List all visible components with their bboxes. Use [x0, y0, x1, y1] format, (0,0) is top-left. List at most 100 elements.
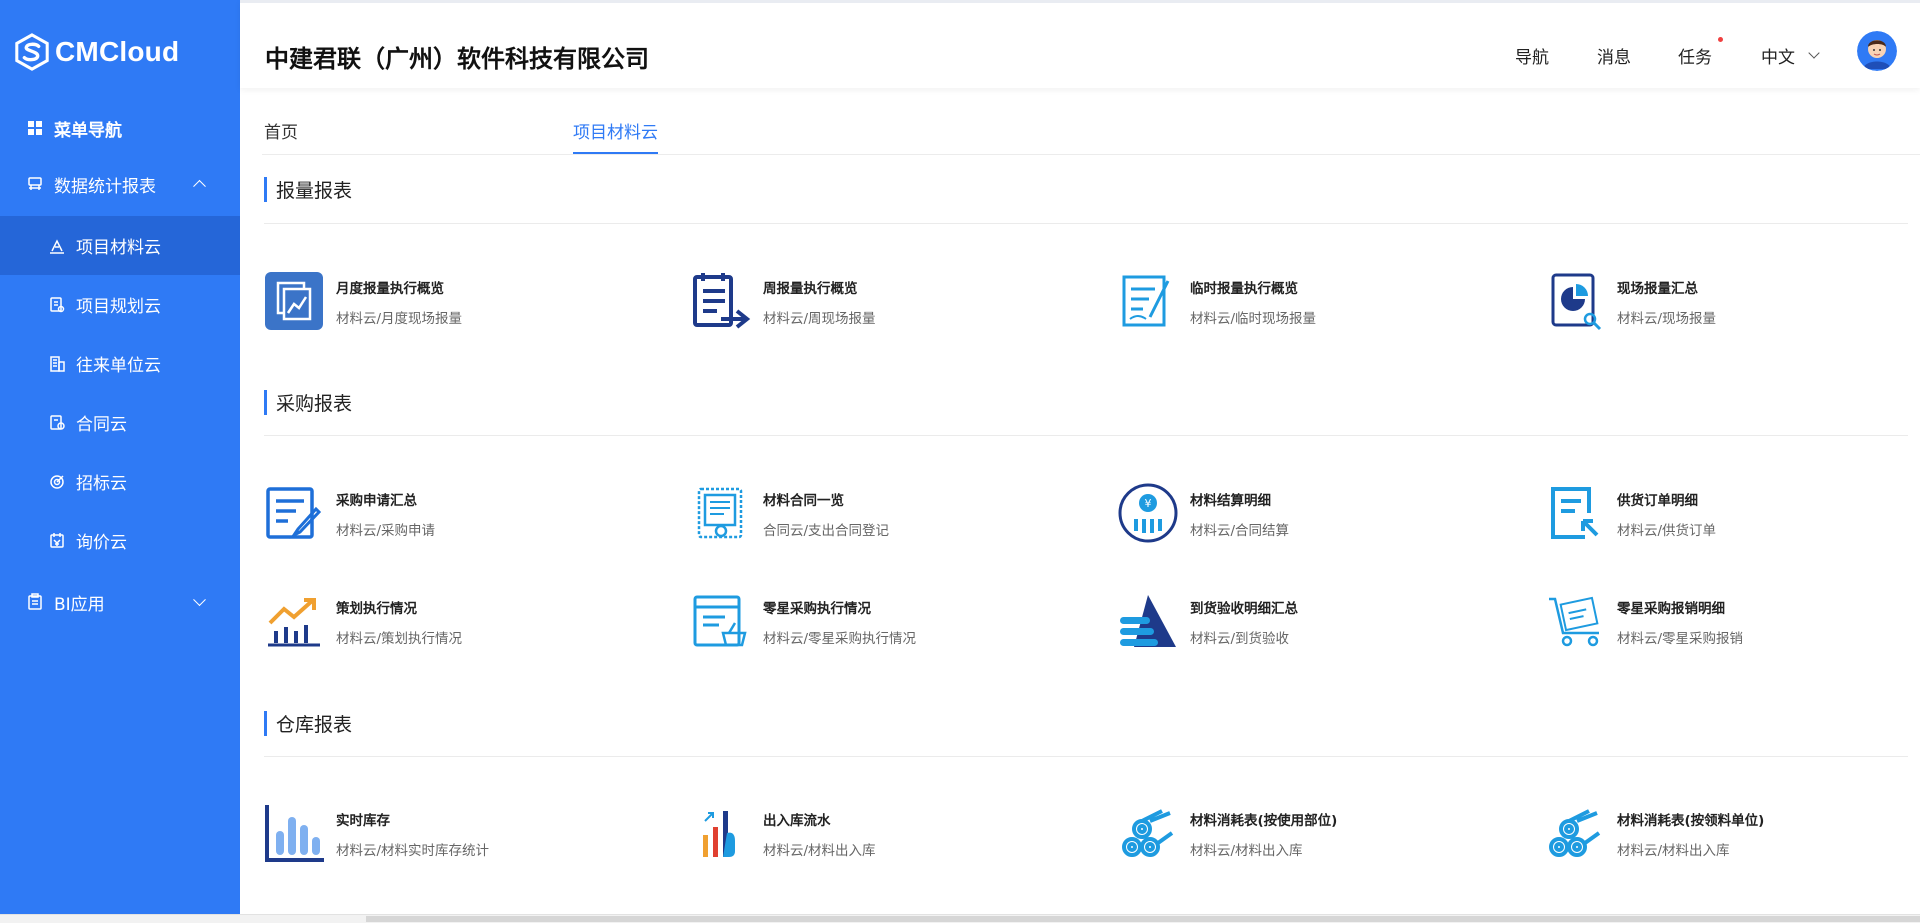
report-card-settlement[interactable]: ¥ 材料结算明细 材料云/合同结算	[1118, 483, 1518, 545]
card-subtitle: 材料云/策划执行情况	[336, 631, 463, 647]
monthly-report-icon	[265, 272, 323, 330]
header-nav-link[interactable]: 导航	[1515, 43, 1549, 68]
card-subtitle: 材料云/零星采购报销	[1617, 631, 1744, 647]
card-subtitle: 材料云/零星采购执行情况	[763, 631, 917, 647]
svg-text:¥: ¥	[1145, 497, 1152, 510]
card-title: 策划执行情况	[336, 601, 417, 617]
report-card-consumption-by-location[interactable]: 材料消耗表(按使用部位) 材料云/材料出入库	[1118, 803, 1518, 865]
horizontal-scrollbar[interactable]	[0, 914, 1920, 923]
page-tabs: 首页 项目材料云	[240, 88, 1920, 155]
contract-seal-icon	[48, 414, 66, 432]
card-subtitle: 材料云/月度现场报量	[336, 311, 463, 327]
inout-flow-icon	[703, 811, 735, 857]
sidebar-item-inquiry[interactable]: 询价云	[0, 511, 240, 570]
tab-project-material[interactable]: 项目材料云	[573, 118, 658, 143]
consumption-by-location-icon	[1122, 809, 1174, 857]
report-card-purchase-request[interactable]: 采购申请汇总 材料云/采购申请	[264, 483, 664, 545]
card-subtitle: 材料云/供货订单	[1617, 523, 1717, 539]
sidebar-item-label: 往来单位云	[76, 356, 161, 376]
site-summary-icon	[1551, 273, 1602, 331]
consumption-by-unit-icon	[1549, 809, 1601, 857]
language-selector[interactable]: 中文	[1761, 43, 1795, 68]
menu-navigation[interactable]: 菜单导航	[0, 104, 240, 152]
sidebar-item-contract[interactable]: 合同云	[0, 393, 240, 452]
settlement-icon: ¥	[1118, 483, 1178, 543]
sporadic-purchase-icon	[693, 595, 747, 647]
card-subtitle: 材料云/采购申请	[336, 523, 436, 539]
report-card-consumption-by-unit[interactable]: 材料消耗表(按领料单位) 材料云/材料出入库	[1545, 803, 1920, 865]
contract-list-icon	[697, 487, 743, 539]
report-card-plan-execution[interactable]: 策划执行情况 材料云/策划执行情况	[264, 591, 664, 653]
sidebar-group-bi[interactable]: BI应用	[0, 570, 240, 634]
chevron-down-icon	[193, 593, 206, 607]
purchase-request-icon	[266, 487, 322, 539]
card-title: 零星采购报销明细	[1617, 601, 1725, 617]
sidebar-item-project-planning[interactable]: 项目规划云	[0, 275, 240, 334]
menu-navigation-label: 菜单导航	[54, 120, 122, 141]
top-header: 中建君联（广州）软件科技有限公司 导航 消息 任务 中文	[240, 0, 1920, 88]
sidebar-group-statistics[interactable]: 数据统计报表	[0, 152, 240, 216]
section-title-quantity-report: 报量报表	[264, 176, 352, 203]
card-title: 零星采购执行情况	[763, 601, 871, 617]
card-title: 供货订单明细	[1617, 493, 1698, 509]
sidebar-group-statistics-label: 数据统计报表	[54, 176, 156, 197]
card-title: 周报量执行概览	[763, 281, 858, 297]
section-title-purchase-report: 采购报表	[264, 389, 352, 416]
report-card-weekly[interactable]: 周报量执行概览 材料云/周现场报量	[691, 271, 1091, 333]
chevron-down-icon[interactable]	[1808, 47, 1820, 59]
report-card-sporadic-purchase[interactable]: 零星采购执行情况 材料云/零星采购执行情况	[691, 591, 1091, 653]
sidebar-item-label: 询价云	[76, 533, 127, 553]
report-card-reimbursement[interactable]: 零星采购报销明细 材料云/零星采购报销	[1545, 591, 1920, 653]
card-title: 材料结算明细	[1190, 493, 1271, 509]
sidebar-item-label: 合同云	[76, 415, 127, 435]
user-avatar[interactable]	[1857, 31, 1897, 71]
document-gear-icon	[48, 296, 66, 314]
report-card-supply-order[interactable]: 供货订单明细 材料云/供货订单	[1545, 483, 1920, 545]
section-title-warehouse-report: 仓库报表	[264, 710, 352, 737]
sidebar-item-project-material[interactable]: 项目材料云	[0, 216, 240, 275]
card-subtitle: 材料云/材料出入库	[763, 843, 876, 859]
sidebar-item-bidding[interactable]: 招标云	[0, 452, 240, 511]
sidebar-item-label: 招标云	[76, 474, 127, 494]
target-icon	[48, 473, 66, 491]
arrival-acceptance-icon	[1120, 595, 1176, 647]
report-card-monthly[interactable]: 月度报量执行概览 材料云/月度现场报量	[264, 271, 664, 333]
section-divider	[264, 435, 1908, 436]
card-subtitle: 材料云/材料出入库	[1617, 843, 1730, 859]
sidebar-item-label: 项目规划云	[76, 297, 161, 317]
cmcloud-logo-icon	[15, 33, 49, 71]
logo-text: CMCloud	[55, 36, 180, 67]
reimbursement-icon	[1549, 596, 1599, 647]
card-subtitle: 材料云/合同结算	[1190, 523, 1290, 539]
header-tasks-link[interactable]: 任务	[1678, 43, 1712, 68]
card-subtitle: 材料云/现场报量	[1617, 311, 1717, 327]
card-title: 材料消耗表(按领料单位)	[1617, 813, 1765, 829]
card-title: 采购申请汇总	[336, 493, 417, 509]
report-card-temporary[interactable]: 临时报量执行概览 材料云/临时现场报量	[1118, 271, 1518, 333]
plan-execution-icon	[268, 598, 320, 647]
report-card-realtime-inventory[interactable]: 实时库存 材料云/材料实时库存统计	[264, 803, 664, 865]
card-subtitle: 材料云/材料实时库存统计	[336, 843, 490, 859]
report-card-inout-flow[interactable]: 出入库流水 材料云/材料出入库	[691, 803, 1091, 865]
section-divider	[264, 223, 1908, 224]
report-card-contract-list[interactable]: 材料合同一览 合同云/支出合同登记	[691, 483, 1091, 545]
header-messages-link[interactable]: 消息	[1597, 43, 1631, 68]
report-chair-icon	[26, 175, 44, 193]
report-card-site-summary[interactable]: 现场报量汇总 材料云/现场报量	[1545, 271, 1920, 333]
logo[interactable]: CMCloud	[0, 0, 240, 104]
chevron-up-icon	[193, 179, 206, 193]
section-divider	[264, 756, 1908, 757]
tab-home[interactable]: 首页	[264, 118, 298, 143]
sidebar-item-label: 项目材料云	[76, 238, 161, 258]
scrollbar-thumb[interactable]	[366, 916, 1920, 922]
card-title: 材料合同一览	[763, 493, 844, 509]
card-title: 现场报量汇总	[1617, 281, 1698, 297]
calendar-yen-icon	[48, 532, 66, 550]
report-card-arrival-acceptance[interactable]: 到货验收明细汇总 材料云/到货验收	[1118, 591, 1518, 653]
card-title: 出入库流水	[763, 813, 831, 829]
active-tab-indicator	[573, 152, 658, 154]
card-title: 临时报量执行概览	[1190, 281, 1298, 297]
realtime-inventory-icon	[265, 805, 324, 862]
tabs-divider	[262, 154, 1920, 155]
sidebar-item-partner-unit[interactable]: 往来单位云	[0, 334, 240, 393]
